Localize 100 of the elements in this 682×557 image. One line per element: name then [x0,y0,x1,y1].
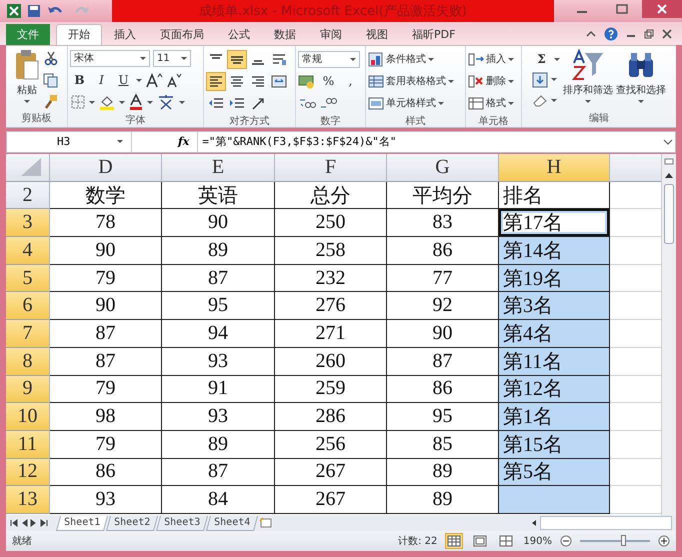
comma-button[interactable]: , [341,72,360,91]
autosum-button[interactable]: Σ [532,50,551,69]
column-header[interactable]: H [499,154,610,182]
sheet-tab[interactable]: Sheet1 [56,516,108,531]
delete-cells-button[interactable]: 删除 [486,74,506,88]
table-format-button[interactable]: 套用表格格式 [386,74,446,88]
paste-icon[interactable] [14,48,40,81]
save-icon[interactable] [27,4,41,18]
column-header[interactable]: D [50,154,162,182]
row-header[interactable]: 11 [6,430,50,459]
align-middle-icon[interactable] [227,50,247,69]
restore-icon[interactable] [644,28,654,39]
row-header[interactable]: 13 [6,486,50,514]
group-label: 字体 [124,114,146,127]
insert-cells-icon [468,52,484,67]
shrink-font-icon[interactable] [166,72,182,88]
next-sheet-icon[interactable] [30,519,38,528]
cut-icon[interactable] [43,50,59,66]
caret-icon [448,78,454,84]
format-painter-icon[interactable] [43,94,59,110]
zoom-out-icon[interactable] [560,535,572,547]
row-header[interactable]: 6 [6,292,50,320]
borders-icon[interactable] [70,94,86,110]
formula-field[interactable]: ="第"&RANK(F3,$F$3:$F$24)&"名" [197,132,661,152]
maximize-icon[interactable] [616,4,628,14]
ribbon-tab[interactable]: 页面布局 [148,24,216,45]
phonetic-guide-icon[interactable] [156,94,176,110]
ribbon-tab[interactable]: 开始 [56,24,102,45]
insert-cells-button[interactable]: 插入 [486,52,506,66]
conditional-format-button[interactable]: 条件格式 [386,52,426,66]
scrollbar-thumb-icon[interactable] [664,184,674,244]
help-icon[interactable] [604,26,618,41]
close-icon[interactable] [662,28,672,39]
zoom-slider[interactable] [621,535,626,546]
last-sheet-icon[interactable] [40,519,48,528]
caret-icon [508,56,514,62]
page-break-icon[interactable] [497,533,516,549]
scroll-up-icon[interactable] [665,172,673,178]
table-cell: 79 [50,430,162,459]
ribbon-tab[interactable]: 公式 [216,24,262,45]
cell-style-button[interactable]: 单元格样式 [386,96,436,110]
prev-sheet-icon[interactable] [20,519,28,528]
normal-view-icon[interactable] [445,533,464,549]
file-tab[interactable]: 文件 [6,24,50,45]
number-format-field[interactable]: 常规 [298,50,360,68]
insert-function-button[interactable]: fx [132,135,198,148]
excel-icon[interactable] [6,2,22,19]
fill-down-icon[interactable] [532,72,548,88]
row-header[interactable]: 12 [6,458,50,486]
ribbon-tab[interactable]: 插入 [102,24,148,45]
column-header[interactable]: F [275,154,387,182]
column-header[interactable]: E [162,154,275,182]
row-header[interactable]: 3 [6,209,50,238]
row-header[interactable]: 4 [6,237,50,265]
currency-icon[interactable] [298,73,316,90]
row-header[interactable]: 10 [6,403,50,431]
font-color-icon[interactable] [128,94,144,110]
split-handle-icon[interactable] [664,158,674,166]
italic-button[interactable]: I [92,70,111,90]
table-format-icon [368,74,384,89]
caret-icon [554,56,560,62]
underline-button[interactable]: U [114,70,133,90]
find-select-button[interactable]: 查找和选择 [616,82,666,97]
sort-filter-icon[interactable] [571,48,605,81]
ribbon-tab[interactable]: 审阅 [308,24,354,45]
align-left-icon[interactable] [206,72,226,91]
caret-icon [585,98,591,104]
row-header[interactable]: 5 [6,264,50,292]
collapse-ribbon-icon[interactable] [586,28,596,39]
row-header[interactable]: 8 [6,348,50,376]
sort-filter-button[interactable]: 排序和筛选 [563,82,613,97]
new-sheet-icon[interactable] [258,517,272,530]
font-size-field[interactable]: 11 [153,50,191,67]
zoom-in-icon[interactable] [658,535,670,547]
horizontal-scrollbar[interactable] [540,516,672,530]
copy-icon[interactable] [43,72,59,88]
row-header[interactable]: 7 [6,320,50,348]
table-cell: 89 [162,430,275,459]
percent-button[interactable]: % [319,72,338,91]
page-layout-icon[interactable] [471,533,490,549]
scroll-left-icon[interactable] [530,519,538,528]
table-cell: 256 [275,430,387,459]
fill-color-icon[interactable] [98,94,116,110]
group-label: 样式 [404,114,426,127]
column-header[interactable]: G [387,154,499,182]
table-cell: 90 [162,209,275,238]
bold-button[interactable]: B [70,70,89,90]
row-header[interactable]: 9 [6,376,50,404]
grow-font-icon[interactable] [145,72,163,88]
first-sheet-icon[interactable] [10,519,18,528]
zoom-level[interactable]: 190% [523,536,552,546]
ribbon-tab[interactable]: 福昕PDF [400,24,468,45]
format-cells-button[interactable]: 格式 [486,96,506,110]
name-box[interactable]: H3 [7,132,132,152]
ribbon-tab[interactable]: 视图 [354,24,400,45]
vertical-scrollbar[interactable] [661,154,676,516]
paste-button[interactable]: 粘贴 [17,82,37,97]
row-header[interactable]: 2 [6,182,50,210]
ribbon-tab[interactable]: 数据 [262,24,308,45]
font-name-field[interactable]: 宋体 [70,50,150,67]
